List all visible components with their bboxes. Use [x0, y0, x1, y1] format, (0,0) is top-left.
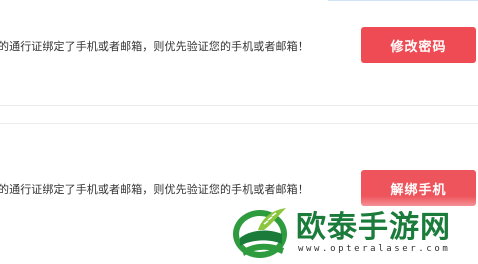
change-password-button[interactable]: 修改密码: [361, 27, 476, 63]
section-divider: [0, 105, 478, 106]
password-verify-message: 的通行证绑定了手机或者邮箱，则优先验证您的手机或者邮箱！: [0, 40, 309, 53]
watermark: 欧泰手游网 www.opteralaser.com: [228, 200, 478, 264]
top-border: [328, 0, 478, 1]
section-divider: [0, 123, 478, 124]
brand-logo-icon: [233, 208, 287, 258]
watermark-url: www.opteralaser.com: [298, 244, 451, 254]
phone-verify-message: 的通行证绑定了手机或者邮箱，则优先验证您的手机或者邮箱！: [0, 183, 309, 196]
watermark-brand: 欧泰手游网: [296, 210, 451, 245]
